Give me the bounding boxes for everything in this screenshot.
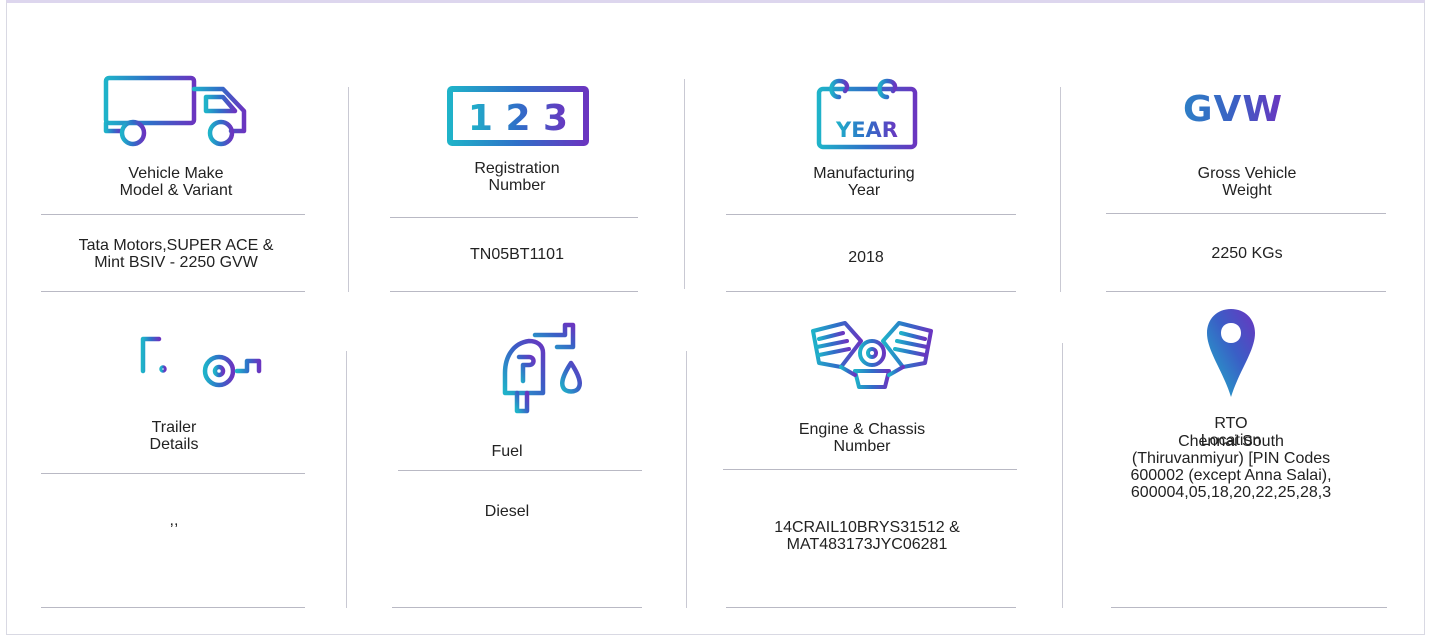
engine-chassis-label: Engine & Chassis Number: [798, 421, 926, 455]
card-divider: [41, 214, 305, 215]
gvw-icon: GVW: [1183, 89, 1284, 130]
vehicle-details-panel: Vehicle Make Model & Variant Tata Motors…: [6, 0, 1425, 635]
column-divider: [1062, 343, 1063, 608]
rto-location-value: Chennai South (Thiruvanmiyur) [PIN Codes…: [1130, 433, 1332, 501]
location-pin-icon: [1207, 309, 1255, 397]
card-divider: [1106, 213, 1386, 214]
vehicle-make-label: Vehicle Make Model & Variant: [119, 165, 233, 199]
registration-number-icon: 1 2 3: [447, 86, 589, 146]
vehicle-make-value: Tata Motors,SUPER ACE & Mint BSIV - 2250…: [78, 237, 274, 271]
card-divider: [398, 470, 642, 471]
card-divider: [726, 214, 1016, 215]
fuel-pump-icon: [502, 322, 582, 414]
manufacturing-year-value: 2018: [848, 249, 884, 266]
card-divider: [726, 291, 1016, 292]
column-divider: [684, 79, 685, 289]
column-divider: [686, 351, 687, 608]
column-divider: [346, 351, 347, 608]
fuel-value: Diesel: [484, 503, 530, 520]
registration-number-value: TN05BT1101: [470, 246, 564, 263]
manufacturing-year-label: Manufacturing Year: [813, 165, 915, 199]
calendar-year-icon: YEAR: [816, 78, 918, 150]
trailer-details-value: ,,: [169, 512, 179, 529]
card-divider: [726, 607, 1016, 608]
registration-number-label: Registration Number: [474, 160, 560, 194]
truck-icon: [103, 75, 247, 147]
card-divider: [41, 473, 305, 474]
engine-chassis-value: 14CRAIL10BRYS31512 & MAT483173JYC06281: [774, 519, 960, 553]
card-divider: [392, 607, 642, 608]
card-divider: [1106, 291, 1386, 292]
card-divider: [390, 291, 638, 292]
card-divider: [723, 469, 1017, 470]
column-divider: [1060, 87, 1061, 292]
gross-vehicle-weight-value: 2250 KGs: [1211, 245, 1283, 262]
svg-text:1 2 3: 1 2 3: [468, 98, 568, 139]
card-divider: [1111, 607, 1387, 608]
column-divider: [348, 87, 349, 292]
gross-vehicle-weight-label: Gross Vehicle Weight: [1197, 165, 1297, 199]
card-divider: [390, 217, 638, 218]
fuel-label: Fuel: [491, 443, 523, 460]
card-divider: [41, 291, 305, 292]
card-divider: [41, 607, 305, 608]
trailer-icon: [102, 336, 262, 388]
engine-icon: [811, 321, 933, 389]
svg-text:YEAR: YEAR: [835, 118, 898, 142]
trailer-details-label: Trailer Details: [149, 419, 199, 453]
